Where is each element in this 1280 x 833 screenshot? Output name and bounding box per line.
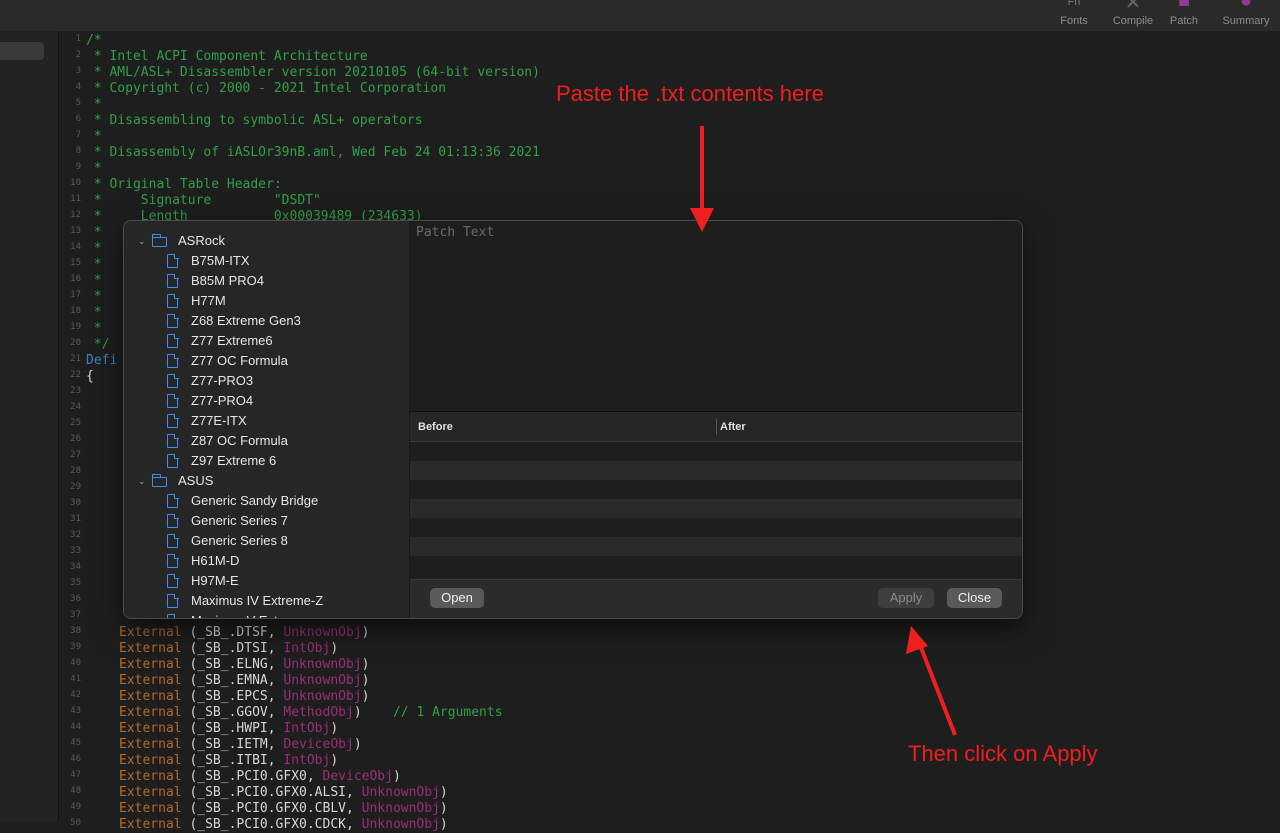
arrow-to-patch-text — [690, 126, 714, 232]
annotation-paste-instruction: Paste the .txt contents here — [556, 81, 824, 106]
annotation-arrows — [690, 126, 957, 736]
annotation-apply-instruction: Then click on Apply — [908, 741, 1098, 766]
arrow-to-apply — [906, 626, 957, 736]
